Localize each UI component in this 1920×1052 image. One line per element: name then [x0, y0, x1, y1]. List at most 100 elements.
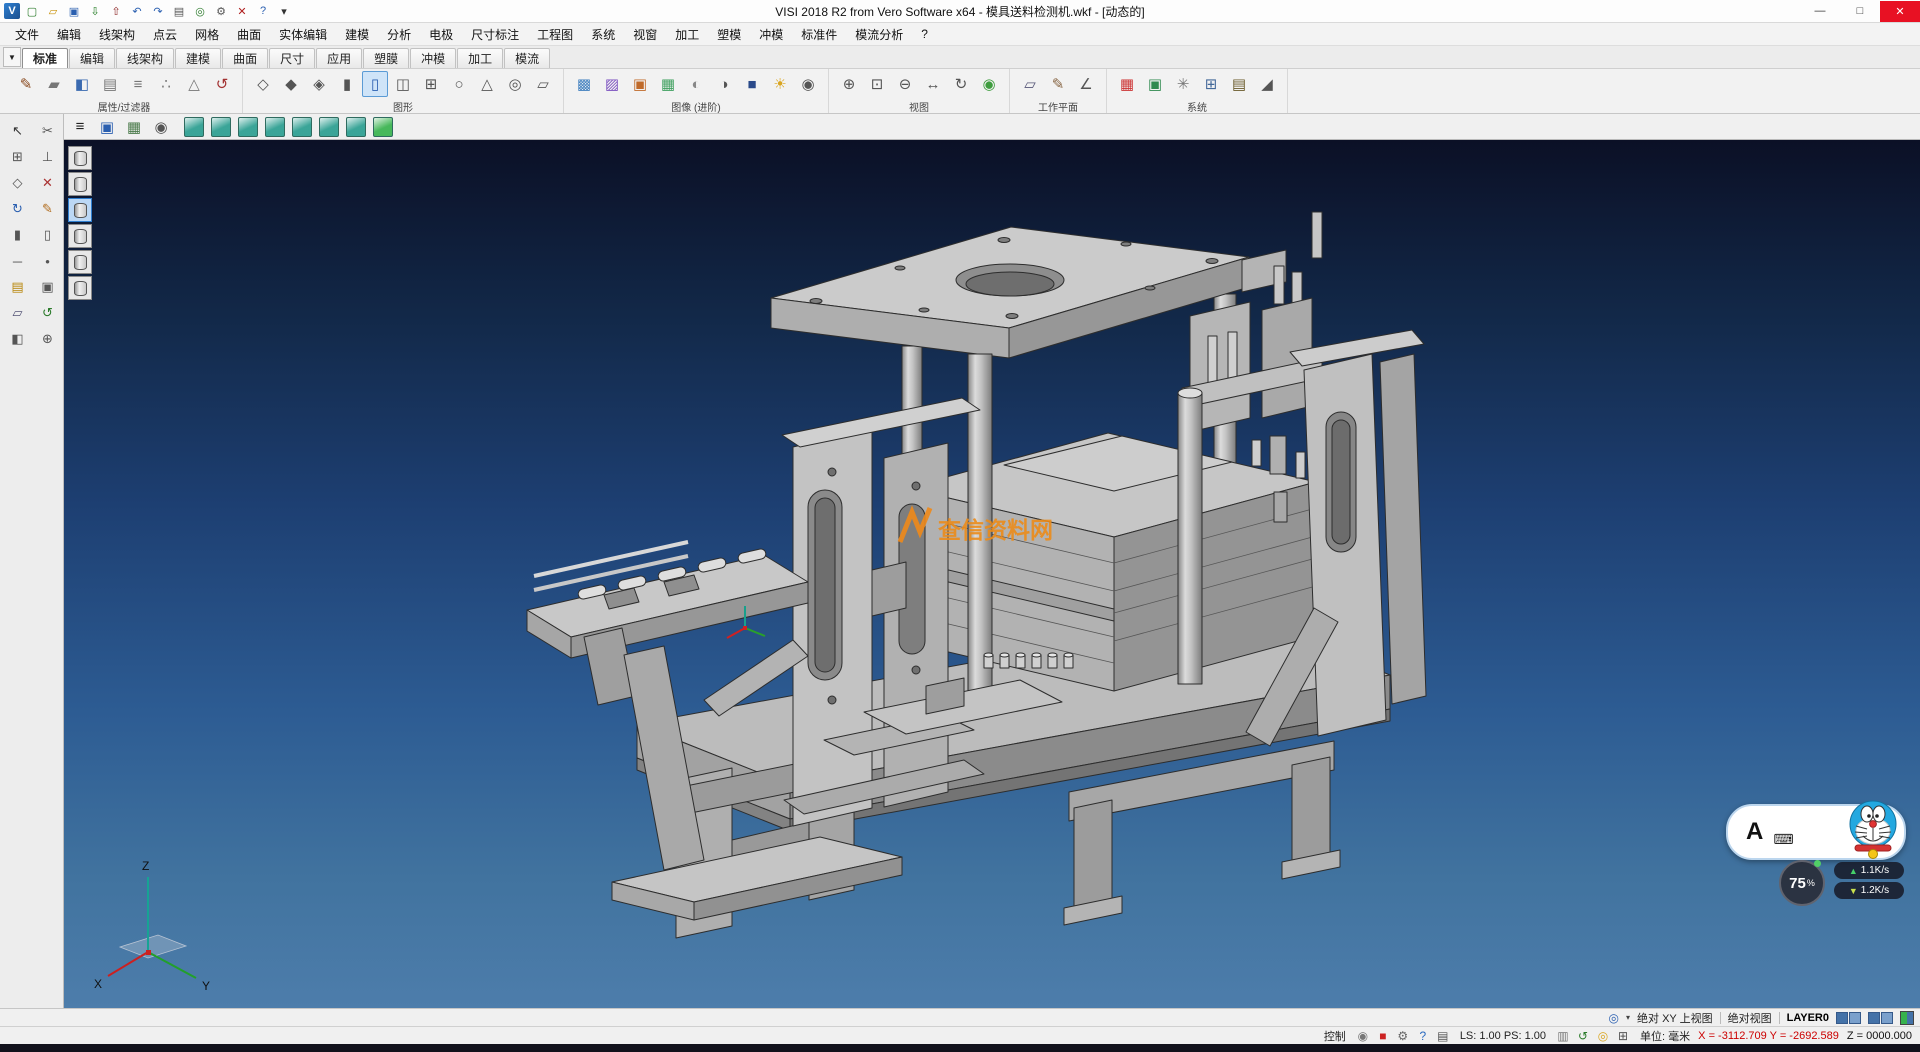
- menu-item[interactable]: 文件: [6, 23, 48, 45]
- menu-item[interactable]: 尺寸标注: [462, 23, 528, 45]
- keyboard-icon[interactable]: ⌨: [1773, 831, 1793, 848]
- select-icon[interactable]: ↖: [5, 118, 31, 144]
- snap-grid-icon[interactable]: ⊞: [5, 144, 31, 170]
- display-cylinder-icon[interactable]: ▯: [362, 71, 388, 97]
- view-icon[interactable]: ◎: [190, 1, 210, 21]
- color-filter-icon[interactable]: ◧: [69, 71, 95, 97]
- snap-lock-icon[interactable]: ◉: [1354, 1028, 1372, 1044]
- menu-item[interactable]: 线架构: [90, 23, 144, 45]
- point-filter-icon[interactable]: ∴: [153, 71, 179, 97]
- entity-filter-icon[interactable]: △: [181, 71, 207, 97]
- background-icon[interactable]: ■: [739, 71, 765, 97]
- tab-application[interactable]: 应用: [316, 48, 362, 68]
- status-view-plane[interactable]: 绝对 XY 上视图: [1637, 1010, 1713, 1026]
- menu-item[interactable]: 建模: [336, 23, 378, 45]
- display-mode-hidden-icon[interactable]: [68, 172, 92, 196]
- layer-manager-icon[interactable]: ▤: [5, 274, 31, 300]
- status-snap-label[interactable]: 控制: [1324, 1028, 1346, 1044]
- menu-item[interactable]: 分析: [378, 23, 420, 45]
- help-icon[interactable]: ?: [253, 1, 273, 21]
- scissors-trim-icon[interactable]: ✂: [35, 118, 61, 144]
- transparency-icon[interactable]: ◐: [683, 71, 709, 97]
- linetype-filter-icon[interactable]: ≡: [125, 71, 151, 97]
- mask-icon[interactable]: ◧: [5, 326, 31, 352]
- menu-item[interactable]: 编辑: [48, 23, 90, 45]
- system-settings-icon[interactable]: ✳: [1170, 71, 1196, 97]
- delete-entity-icon[interactable]: ✕: [35, 170, 61, 196]
- redo-icon[interactable]: ↷: [148, 1, 168, 21]
- status-units[interactable]: 单位: 毫米: [1640, 1028, 1690, 1044]
- status-color-indicator[interactable]: [1900, 1011, 1914, 1025]
- workplane-edit-icon[interactable]: ✎: [1045, 71, 1071, 97]
- display-solid-icon[interactable]: ▮: [334, 71, 360, 97]
- view-search-caret-icon[interactable]: ▾: [1626, 1013, 1630, 1022]
- hint-bulb-icon[interactable]: ◎: [1594, 1028, 1612, 1044]
- import-icon[interactable]: ⇩: [85, 1, 105, 21]
- view-cube-iso-icon[interactable]: [344, 115, 368, 139]
- view-cube-top-icon[interactable]: [182, 115, 206, 139]
- pick-edge-icon[interactable]: ─: [5, 248, 31, 274]
- tab-edit[interactable]: 编辑: [69, 48, 115, 68]
- print-icon[interactable]: ▤: [169, 1, 189, 21]
- rotate-view-icon[interactable]: ↻: [948, 71, 974, 97]
- grid-toggle-icon[interactable]: ⊞: [1614, 1028, 1632, 1044]
- close-button[interactable]: ✕: [1880, 1, 1920, 22]
- viewport-menu-icon[interactable]: ≡: [68, 115, 92, 139]
- menu-item[interactable]: ?: [912, 23, 937, 45]
- database-icon[interactable]: ▥: [1554, 1028, 1572, 1044]
- new-file-icon[interactable]: ▢: [22, 1, 42, 21]
- properties-icon[interactable]: ▣: [35, 274, 61, 300]
- render-material-icon[interactable]: ▣: [627, 71, 653, 97]
- tab-standard[interactable]: 标准: [22, 48, 68, 68]
- viewport-camera-icon[interactable]: ◉: [149, 115, 173, 139]
- display-profile-icon[interactable]: ▱: [530, 71, 556, 97]
- menu-item[interactable]: 工程图: [528, 23, 582, 45]
- display-tube-icon[interactable]: ◫: [390, 71, 416, 97]
- menu-item[interactable]: 冲模: [750, 23, 792, 45]
- sketch-pen-icon[interactable]: ✎: [35, 196, 61, 222]
- display-mode-ghost-icon[interactable]: [68, 276, 92, 300]
- menu-item[interactable]: 加工: [666, 23, 708, 45]
- calculator-icon[interactable]: ⊞: [1198, 71, 1224, 97]
- display-mode-wireframe-icon[interactable]: [68, 146, 92, 170]
- color-palette-icon[interactable]: ▦: [1114, 71, 1140, 97]
- tab-plastic[interactable]: 塑膜: [363, 48, 409, 68]
- expand-icon[interactable]: ⊕: [35, 326, 61, 352]
- minimize-button[interactable]: —: [1800, 1, 1840, 22]
- camera-icon[interactable]: ◉: [795, 71, 821, 97]
- refresh-view-icon[interactable]: ↺: [35, 300, 61, 326]
- menu-item[interactable]: 点云: [144, 23, 186, 45]
- menu-item[interactable]: 模流分析: [846, 23, 912, 45]
- view-cube-shaded-icon[interactable]: [371, 115, 395, 139]
- hide-show-icon[interactable]: ◉: [976, 71, 1002, 97]
- workplane-xy-icon[interactable]: ▱: [1017, 71, 1043, 97]
- tab-stamping[interactable]: 冲模: [410, 48, 456, 68]
- export-icon[interactable]: ⇧: [106, 1, 126, 21]
- zoom-previous-icon[interactable]: ⊖: [892, 71, 918, 97]
- dynamic-rotate-icon[interactable]: ↻: [5, 196, 31, 222]
- workplane-icon[interactable]: ▱: [5, 300, 31, 326]
- menu-item[interactable]: 视窗: [624, 23, 666, 45]
- gear-edit-icon[interactable]: ⚙: [1394, 1028, 1412, 1044]
- menu-item[interactable]: 标准件: [792, 23, 846, 45]
- tab-dimension[interactable]: 尺寸: [269, 48, 315, 68]
- viewport-capture-icon[interactable]: ▦: [122, 115, 146, 139]
- pan-view-icon[interactable]: ↔: [920, 71, 946, 97]
- shadow-icon[interactable]: ◑: [711, 71, 737, 97]
- render-texture-icon[interactable]: ▦: [655, 71, 681, 97]
- tab-machining[interactable]: 加工: [457, 48, 503, 68]
- render-gouraud-icon[interactable]: ▨: [599, 71, 625, 97]
- view-cube-right-icon[interactable]: [236, 115, 260, 139]
- display-hidden-line-icon[interactable]: ◈: [306, 71, 332, 97]
- display-sphere-icon[interactable]: ○: [446, 71, 472, 97]
- tab-overflow-caret-icon[interactable]: ▼: [3, 47, 21, 67]
- menu-item[interactable]: 实体编辑: [270, 23, 336, 45]
- layer-filter-icon[interactable]: ▤: [97, 71, 123, 97]
- tab-wireframe[interactable]: 线架构: [116, 48, 174, 68]
- display-mode-solid-icon[interactable]: [68, 250, 92, 274]
- delete-icon[interactable]: ✕: [232, 1, 252, 21]
- lighting-icon[interactable]: ☀: [767, 71, 793, 97]
- display-wireframe-icon[interactable]: ◇: [250, 71, 276, 97]
- view-cube-left-icon[interactable]: [263, 115, 287, 139]
- attributes-icon[interactable]: ✎: [13, 71, 39, 97]
